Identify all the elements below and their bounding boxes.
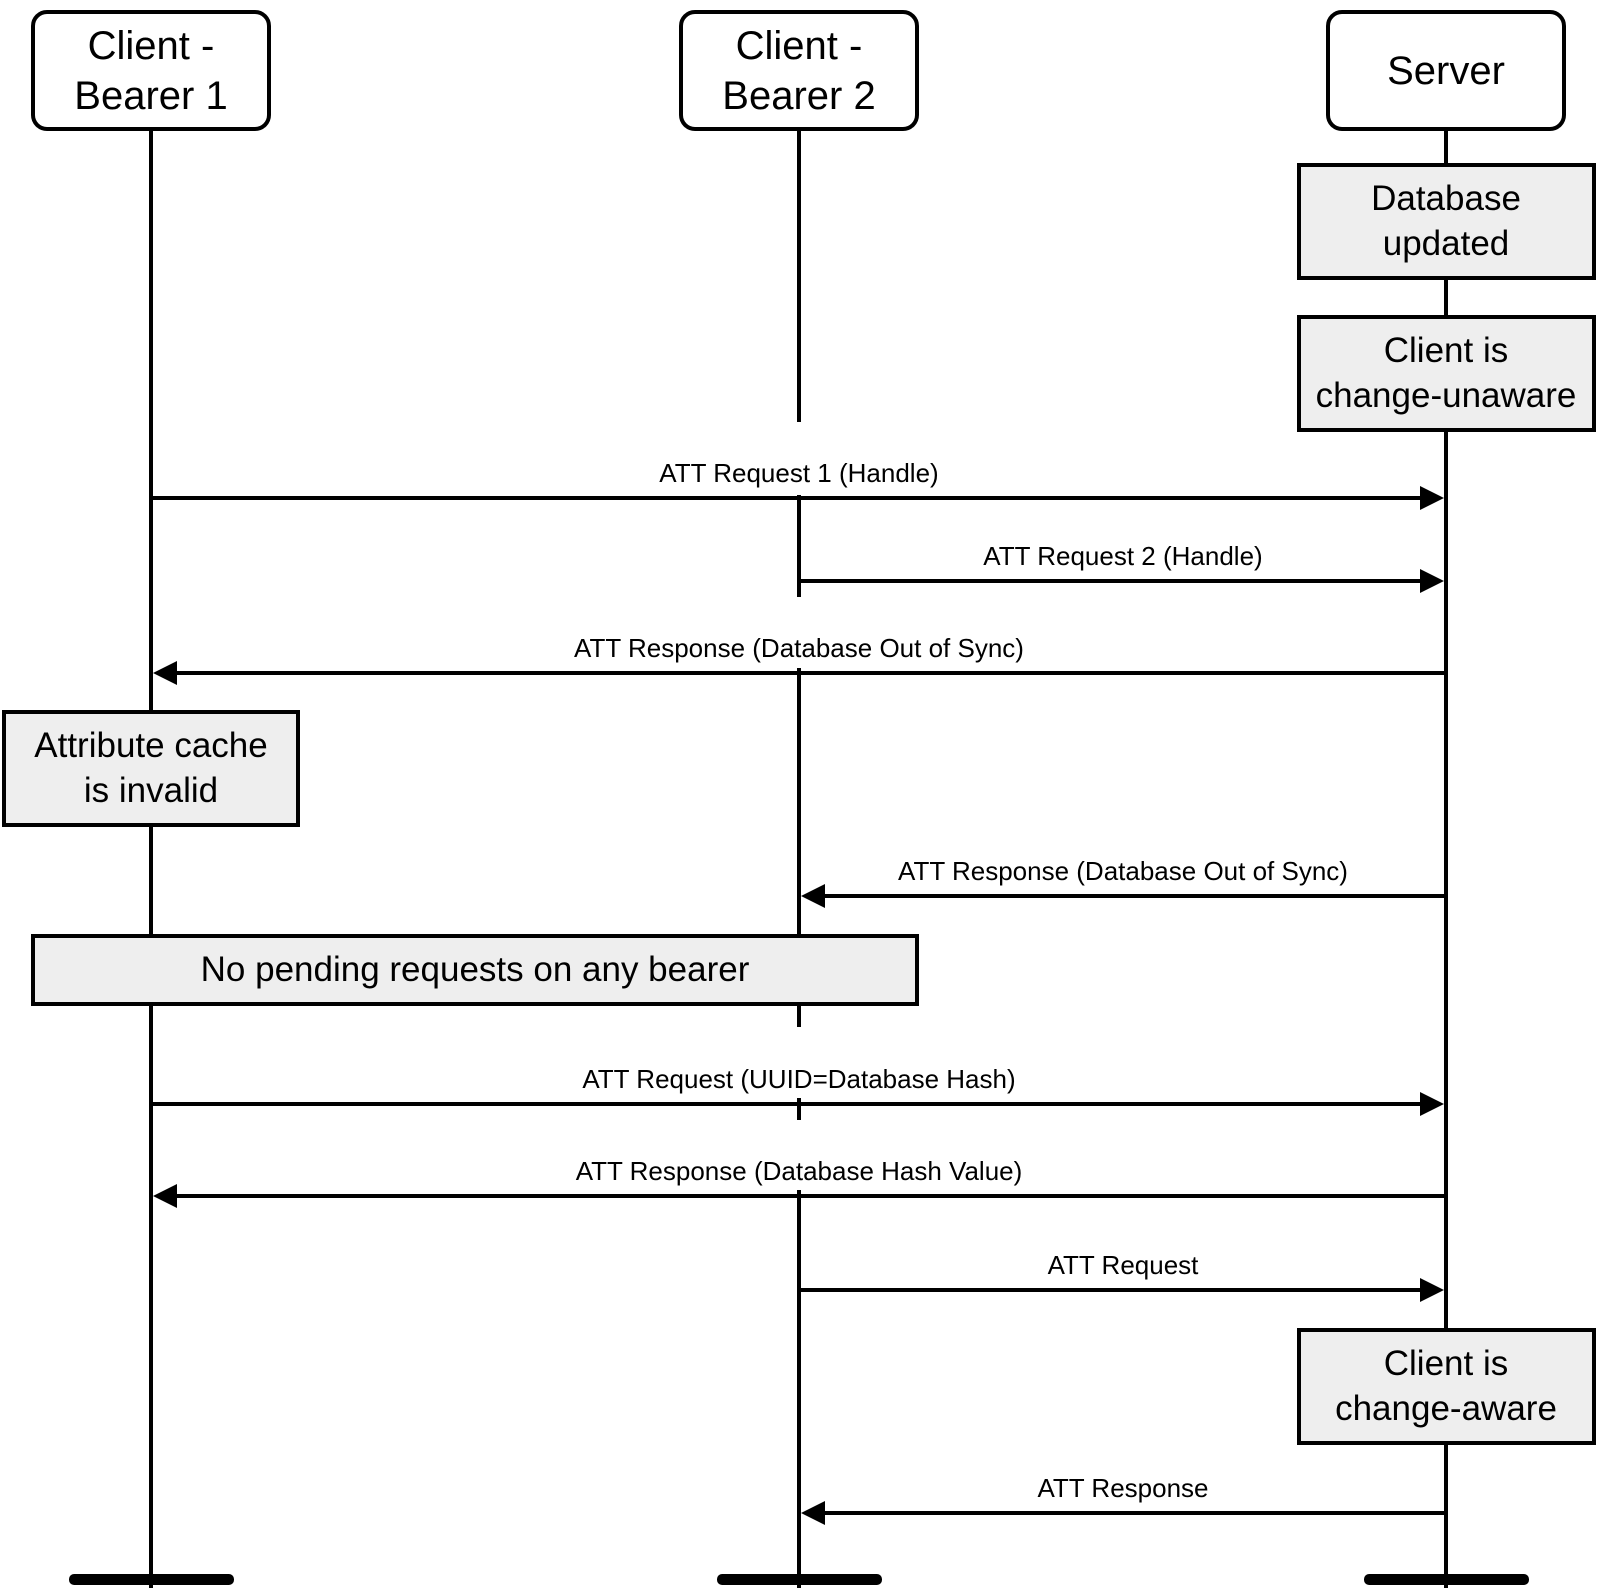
lifeline-end-client-bearer-1 <box>69 1574 234 1585</box>
note-text-line: Attribute cache <box>34 726 267 765</box>
message-label: ATT Response (Database Out of Sync) <box>898 856 1348 886</box>
note-text-line: is invalid <box>84 771 218 810</box>
note-client-change-aware: Client is change-aware <box>1297 1328 1596 1445</box>
actor-label-line: Bearer 2 <box>722 74 875 118</box>
message-label: ATT Request 2 (Handle) <box>983 541 1262 571</box>
message-label: ATT Request (UUID=Database Hash) <box>582 1064 1015 1094</box>
message-label: ATT Request <box>1048 1250 1200 1280</box>
message-label: ATT Response <box>1037 1473 1208 1503</box>
note-text-line: Client is <box>1384 331 1508 370</box>
note-text-line: No pending requests on any bearer <box>201 950 750 989</box>
arrowhead-right-icon <box>1420 486 1444 510</box>
note-text-line: change-aware <box>1335 1389 1557 1428</box>
actor-client-bearer-2: Client - Bearer 2 <box>679 10 919 131</box>
arrowhead-left-icon <box>153 661 177 685</box>
note-text-line: Database <box>1371 179 1521 218</box>
actor-label-line: Bearer 1 <box>74 74 227 118</box>
arrowhead-right-icon <box>1420 1278 1444 1302</box>
message-label: ATT Request 1 (Handle) <box>659 458 938 488</box>
actor-label-line: Client - <box>736 24 863 68</box>
arrowhead-left-icon <box>801 1501 825 1525</box>
note-text-line: change-unaware <box>1316 376 1577 415</box>
message-label: ATT Response (Database Out of Sync) <box>574 633 1024 663</box>
lifeline-end-client-bearer-2 <box>717 1574 882 1585</box>
note-no-pending-requests: No pending requests on any bearer <box>31 934 919 1006</box>
actor-label-line: Client - <box>88 24 215 68</box>
arrowhead-right-icon <box>1420 1092 1444 1116</box>
note-text-line: updated <box>1383 224 1510 263</box>
note-text-line: Client is <box>1384 1344 1508 1383</box>
arrowhead-left-icon <box>153 1184 177 1208</box>
actor-label-line: Server <box>1387 49 1505 93</box>
message-label: ATT Response (Database Hash Value) <box>576 1156 1023 1186</box>
message-att-request-bearer-2: ATT Request <box>799 1250 1444 1302</box>
note-database-updated: Database updated <box>1297 163 1596 280</box>
message-att-request-2: ATT Request 2 (Handle) <box>799 541 1444 593</box>
arrowhead-right-icon <box>1420 569 1444 593</box>
lifeline-end-server <box>1364 1574 1529 1585</box>
arrowhead-left-icon <box>801 884 825 908</box>
actor-client-bearer-1: Client - Bearer 1 <box>31 10 271 131</box>
message-att-response-bearer-2: ATT Response <box>801 1473 1446 1525</box>
note-client-change-unaware: Client is change-unaware <box>1297 315 1596 432</box>
sequence-diagram: Client - Bearer 1 Client - Bearer 2 Serv… <box>2 10 1596 1588</box>
note-attribute-cache-invalid: Attribute cache is invalid <box>2 710 300 827</box>
actor-server: Server <box>1326 10 1566 131</box>
message-att-response-out-of-sync-2: ATT Response (Database Out of Sync) <box>801 856 1446 908</box>
